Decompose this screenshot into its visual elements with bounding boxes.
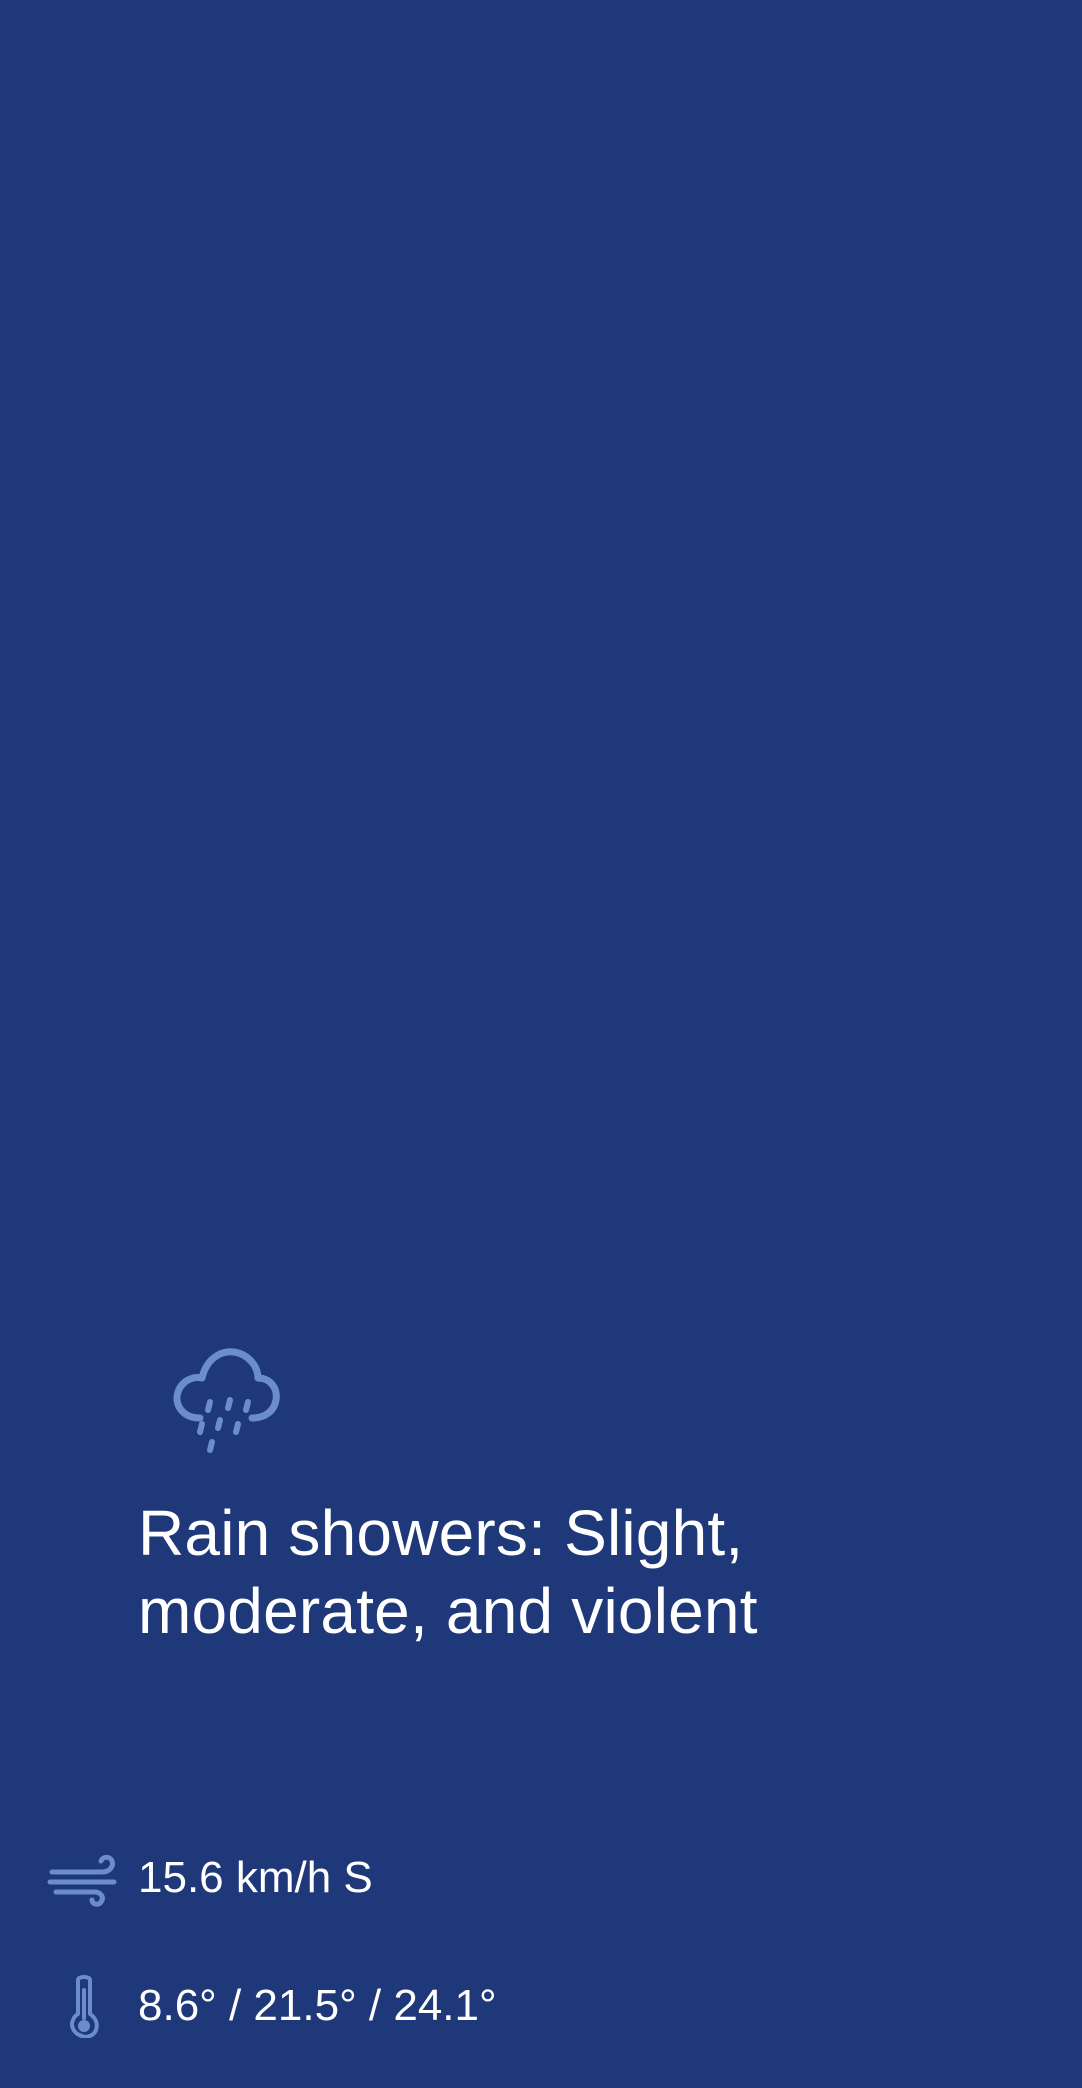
thermometer-icon	[70, 1975, 99, 2038]
temperature-row: 8.6° / 21.5° / 24.1°	[0, 1966, 1082, 2046]
wind-icon	[47, 1854, 117, 1907]
temperature-value: 8.6° / 21.5° / 24.1°	[138, 1981, 497, 2030]
wind-row: 15.6 km/h S	[0, 1838, 1082, 1918]
condition-description: Rain showers: Slight, moderate, and viol…	[138, 1497, 758, 1647]
weather-screen: Rain showers: Slight, moderate, and viol…	[0, 0, 1082, 2088]
rain-showers-icon	[173, 1348, 280, 1453]
wind-value: 15.6 km/h S	[138, 1853, 373, 1902]
